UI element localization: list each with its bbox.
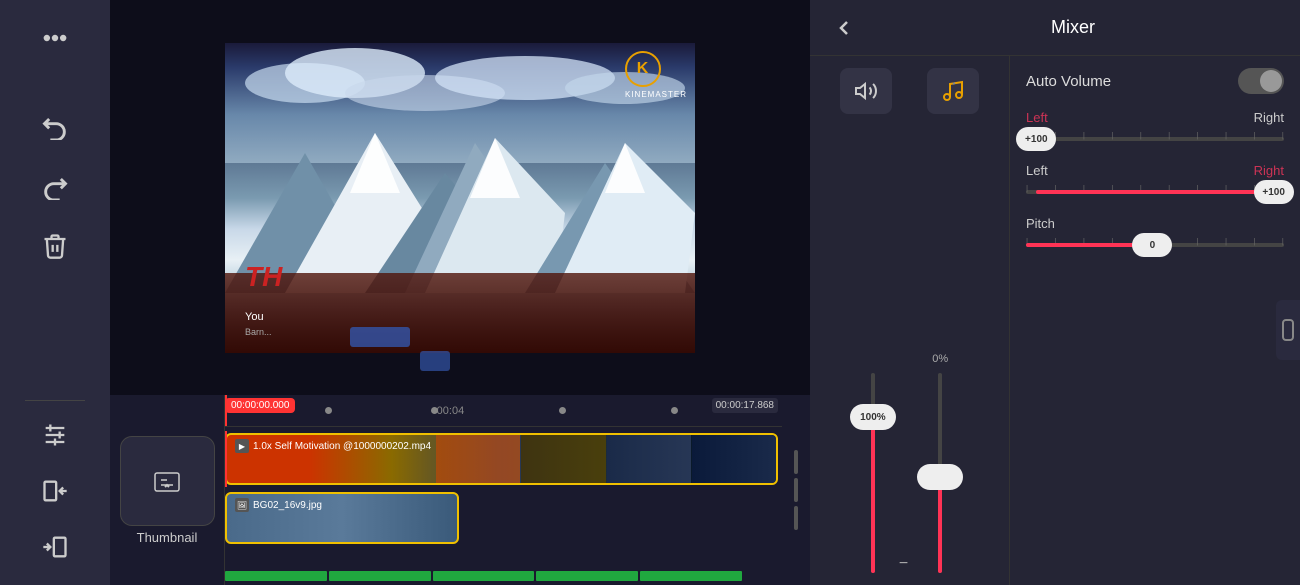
timeline-main: 00:00:00.000 00:04 00:00:17.868 ▶ 1.0x S… (225, 395, 782, 585)
bg-clip[interactable]: 🖼 BG02_16v9.jpg (225, 492, 459, 544)
playhead (225, 395, 227, 426)
more-button[interactable] (25, 12, 85, 64)
ruler-dot-3 (559, 407, 566, 414)
timeline-area: Thumbnail 00:00:00.000 00:04 00:00:17.86… (110, 395, 810, 585)
handle-bar-3 (794, 506, 798, 530)
ruler-mid-time: 00:04 (437, 405, 465, 417)
pitch-slider: Pitch | | | | | | | | | | (1026, 216, 1284, 253)
bg-clip-icon: 🖼 (235, 498, 249, 512)
green-bar-5 (640, 571, 742, 581)
music-icon-button[interactable] (927, 68, 979, 114)
timeline-ruler: 00:00:00.000 00:04 00:00:17.868 (225, 395, 782, 427)
track-playhead (225, 431, 227, 487)
bg-track: 🖼 BG02_16v9.jpg (225, 490, 782, 546)
slider-minus: − (899, 555, 908, 573)
green-bar-1 (225, 571, 327, 581)
pitch-thumb[interactable]: 0 (1132, 233, 1172, 257)
volume-slider-fill (871, 413, 875, 573)
handle-bar-2 (794, 478, 798, 502)
handle-bar-1 (794, 450, 798, 474)
pan-lr-track-1[interactable]: | | | | | | | | | | +100 (1026, 137, 1284, 141)
ruler-dot-1 (325, 407, 332, 414)
end-time-indicator: 00:00:17.868 (712, 398, 778, 413)
volume-icon-button[interactable] (840, 68, 892, 114)
preview-area: K KINEMASTER TH You Barn... (110, 0, 810, 395)
pan-slider: 0% (932, 353, 948, 573)
green-bar-3 (433, 571, 535, 581)
thumbnail-panel: Thumbnail (110, 395, 225, 585)
pan-lr-track-2[interactable]: | | | | | | | | | | +100 (1026, 190, 1284, 194)
mixer-sliders-section: 100% − 0% (810, 56, 1010, 585)
pan-lr-right-label-1: Right (1254, 110, 1284, 125)
main-content: K KINEMASTER TH You Barn... Thumbnail (110, 0, 810, 585)
volume-slider-track[interactable]: 100% (871, 373, 875, 573)
mixer-sliders-row: 100% − 0% (822, 130, 997, 573)
append-right-button[interactable] (25, 521, 85, 573)
subtitle-overlay: You (245, 311, 264, 323)
thumbnail-label: Thumbnail (137, 530, 198, 545)
pan-lr-labels-2: Left Right (1026, 163, 1284, 178)
pan-lr-thumb-2[interactable]: +100 (1254, 180, 1294, 204)
mixer-controls-section: Auto Volume Left Right | | | | (1010, 56, 1300, 585)
auto-volume-label: Auto Volume (1026, 73, 1111, 90)
bg-clip-label: 🖼 BG02_16v9.jpg (227, 494, 457, 516)
mixer-icon-row (822, 68, 997, 114)
subtitle2-overlay: Barn... (245, 327, 272, 337)
pan-lr-labels-1: Left Right (1026, 110, 1284, 125)
auto-volume-toggle[interactable] (1238, 68, 1284, 94)
toggle-knob (1260, 70, 1282, 92)
undo-button[interactable] (25, 100, 85, 152)
clip-icon: ▶ (235, 439, 249, 453)
timeline-handle[interactable] (782, 395, 810, 585)
pan-lr-right-label-2: Right (1254, 163, 1284, 178)
mixer-content: 100% − 0% A (810, 56, 1300, 585)
pan-lr-left-label-2: Left (1026, 163, 1048, 178)
volume-slider: 100% (871, 373, 875, 573)
pitch-label: Pitch (1026, 216, 1055, 231)
pitch-track[interactable]: | | | | | | | | | | 0 (1026, 243, 1284, 247)
layer-adjust-button[interactable] (25, 409, 85, 461)
text-overlay: TH (245, 261, 282, 293)
pitch-labels: Pitch (1026, 216, 1284, 231)
current-time-indicator: 00:00:00.000 (225, 398, 295, 413)
volume-slider-thumb[interactable]: 100% (850, 404, 896, 430)
mixer-header: Mixer (810, 0, 1300, 56)
left-toolbar (0, 0, 110, 585)
pan-lr-fill-2 (1036, 190, 1284, 194)
video-clip-label: ▶ 1.0x Self Motivation @1000000202.mp4 (235, 439, 431, 453)
pan-lr-slider-2: Left Right | | | | | | | | | | (1026, 163, 1284, 200)
video-preview[interactable]: K KINEMASTER TH You Barn... (225, 43, 695, 353)
auto-volume-row: Auto Volume (1026, 68, 1284, 94)
mixer-panel: Mixer (810, 0, 1300, 585)
thumbnail-button[interactable] (120, 436, 215, 526)
kinemaster-logo: K KINEMASTER (625, 51, 687, 99)
delete-button[interactable] (25, 220, 85, 272)
ruler-dot-4 (671, 407, 678, 414)
mixer-back-button[interactable] (826, 10, 862, 46)
playback-indicator2 (420, 351, 450, 371)
right-collapse-button[interactable] (1276, 300, 1300, 360)
redo-button[interactable] (25, 160, 85, 212)
pan-slider-track[interactable] (938, 373, 942, 573)
green-bar-2 (329, 571, 431, 581)
mixer-title: Mixer (862, 17, 1284, 38)
insert-left-button[interactable] (25, 465, 85, 517)
pan-slider-thumb[interactable] (917, 464, 963, 490)
pan-lr-slider-1: Left Right | | | | | | | | | | (1026, 110, 1284, 147)
green-bar-4 (536, 571, 638, 581)
video-clip[interactable]: ▶ 1.0x Self Motivation @1000000202.mp4 (225, 433, 778, 485)
video-track: ▶ 1.0x Self Motivation @1000000202.mp4 (225, 431, 782, 487)
pan-lr-thumb-1[interactable]: +100 (1016, 127, 1056, 151)
pan-value-top: 0% (932, 353, 948, 365)
playback-indicator (350, 327, 410, 347)
pan-lr-left-label-1: Left (1026, 110, 1048, 125)
timeline-tracks: ▶ 1.0x Self Motivation @1000000202.mp4 (225, 427, 782, 585)
